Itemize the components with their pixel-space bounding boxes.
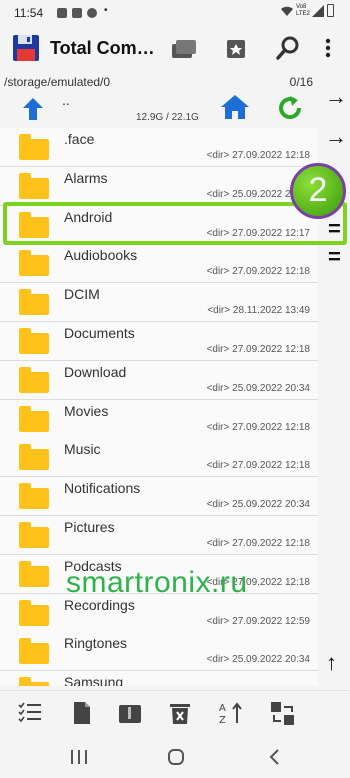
image-notification-icon-2 bbox=[72, 8, 82, 18]
sort-icon[interactable]: AZ bbox=[218, 701, 242, 726]
right-arrow-icon[interactable]: → bbox=[325, 84, 347, 110]
folder-icon bbox=[19, 172, 49, 199]
settings-notification-icon bbox=[87, 8, 97, 18]
watermark: smartronix.ru bbox=[66, 566, 248, 599]
file-name: Notifications bbox=[64, 480, 141, 497]
folder-icon bbox=[19, 289, 49, 316]
bookmark-icon[interactable] bbox=[226, 37, 248, 64]
svg-text:A: A bbox=[219, 703, 226, 714]
file-meta: <dir> 25.09.2022 20:34 bbox=[206, 654, 310, 666]
refresh-icon[interactable] bbox=[276, 94, 304, 127]
file-name: Documents bbox=[64, 325, 135, 341]
folder-icon bbox=[19, 599, 49, 626]
folder-icon bbox=[19, 522, 49, 548]
wifi-icon bbox=[280, 4, 294, 18]
file-meta: <dir> 27.09.2022 12:18 bbox=[206, 460, 310, 472]
select-icon[interactable] bbox=[18, 701, 42, 725]
file-row[interactable]: Audiobooks <dir> 27.09.2022 12:18 bbox=[0, 244, 318, 284]
app-title: Total Com… bbox=[50, 38, 155, 58]
file-row[interactable]: Samsung bbox=[0, 671, 318, 686]
folder-icon bbox=[19, 483, 49, 510]
folder-icon bbox=[19, 444, 49, 471]
parent-dir-label: .. bbox=[62, 92, 70, 108]
step-badge: 2 bbox=[290, 163, 346, 219]
folder-icon bbox=[19, 250, 49, 277]
bottom-toolbar: AZ bbox=[0, 690, 350, 736]
folder-icon bbox=[19, 328, 49, 354]
file-row[interactable]: Movies <dir> 27.09.2022 12:18 bbox=[0, 399, 318, 439]
file-meta: <dir> 27.09.2022 12:18 bbox=[206, 344, 310, 355]
recent-apps-icon[interactable] bbox=[70, 749, 88, 770]
file-row[interactable]: DCIM <dir> 28.11.2022 13:49 bbox=[0, 283, 318, 323]
network-type-label: Vo8 LTE2 bbox=[296, 4, 310, 17]
right-arrow-icon-2[interactable]: → bbox=[325, 124, 347, 150]
battery-icon bbox=[327, 4, 334, 17]
selection-count: 0/16 bbox=[289, 75, 313, 89]
file-row[interactable]: Music <dir> 27.09.2022 12:18 bbox=[0, 438, 318, 478]
search-icon[interactable] bbox=[276, 36, 300, 65]
drag-handle-icon-2[interactable]: = bbox=[328, 244, 341, 270]
folder-icon bbox=[19, 638, 49, 665]
status-bar: 11:54 • Vo8 LTE2 bbox=[0, 0, 350, 26]
file-name: Movies bbox=[64, 402, 109, 419]
file-meta: <dir> 25.09.2022 20:34 bbox=[206, 499, 310, 511]
folder-icon bbox=[19, 366, 49, 393]
file-name: Samsung bbox=[64, 674, 124, 686]
status-time: 11:54 bbox=[14, 6, 44, 20]
file-icon[interactable] bbox=[70, 701, 94, 725]
file-name: Download bbox=[64, 363, 127, 380]
up-arrow-icon bbox=[22, 96, 44, 127]
delete-icon[interactable] bbox=[168, 701, 192, 725]
swap-icon[interactable] bbox=[270, 701, 294, 725]
svg-text:Z: Z bbox=[219, 715, 226, 725]
folders-icon[interactable] bbox=[172, 38, 196, 63]
file-name: Alarms bbox=[64, 169, 108, 186]
folder-icon bbox=[19, 677, 49, 686]
file-meta: <dir> 27.09.2022 12:59 bbox=[206, 615, 310, 627]
file-name: Ringtones bbox=[64, 635, 128, 652]
file-row[interactable]: .face <dir> 27.09.2022 12:18 bbox=[0, 128, 318, 167]
folder-icon bbox=[19, 134, 49, 160]
archive-icon[interactable] bbox=[118, 701, 142, 725]
file-meta: <dir> 27.09.2022 12:18 bbox=[206, 266, 310, 278]
file-meta: <dir> 27.09.2022 12:18 bbox=[206, 150, 310, 161]
file-name: .face bbox=[64, 131, 95, 147]
file-meta: <dir> 25.09.2022 20:34 bbox=[206, 382, 310, 394]
floppy-disk-icon bbox=[12, 34, 40, 67]
file-row[interactable]: Alarms <dir> 25.09.2022 20:34 bbox=[0, 166, 318, 206]
file-row[interactable]: Pictures <dir> 27.09.2022 12:18 bbox=[0, 516, 318, 555]
parent-directory-row[interactable]: .. 12.9G / 22.1G bbox=[0, 90, 318, 128]
storage-space: 12.9G / 22.1G bbox=[136, 112, 199, 123]
folder-icon bbox=[19, 560, 49, 587]
dot-icon: • bbox=[104, 5, 108, 16]
file-row[interactable]: Ringtones <dir> 25.09.2022 20:34 bbox=[0, 632, 318, 672]
file-row[interactable]: Notifications <dir> 25.09.2022 20:34 bbox=[0, 477, 318, 517]
image-notification-icon bbox=[57, 8, 67, 18]
signal-icon bbox=[312, 5, 324, 20]
file-name: Music bbox=[64, 441, 101, 458]
app-bar: Total Com… bbox=[0, 26, 350, 72]
current-path: /storage/emulated/0 bbox=[4, 75, 111, 89]
system-navbar bbox=[0, 736, 350, 778]
home-folder-icon[interactable] bbox=[220, 94, 250, 125]
more-menu-icon[interactable] bbox=[325, 38, 331, 63]
back-icon[interactable] bbox=[268, 748, 280, 771]
home-icon[interactable] bbox=[167, 748, 185, 771]
file-name: DCIM bbox=[64, 286, 100, 303]
file-row[interactable]: Documents <dir> 27.09.2022 12:18 bbox=[0, 322, 318, 361]
folder-icon bbox=[19, 405, 49, 432]
file-name: Audiobooks bbox=[64, 247, 138, 264]
file-meta: <dir> 27.09.2022 12:18 bbox=[206, 421, 310, 433]
file-meta: <dir> 27.09.2022 12:18 bbox=[206, 538, 310, 549]
file-name: Pictures bbox=[64, 519, 115, 535]
scroll-top-arrow-icon[interactable]: ↑ bbox=[326, 650, 337, 676]
file-row[interactable]: Download <dir> 25.09.2022 20:34 bbox=[0, 360, 318, 400]
file-meta: <dir> 28.11.2022 13:49 bbox=[207, 305, 310, 317]
